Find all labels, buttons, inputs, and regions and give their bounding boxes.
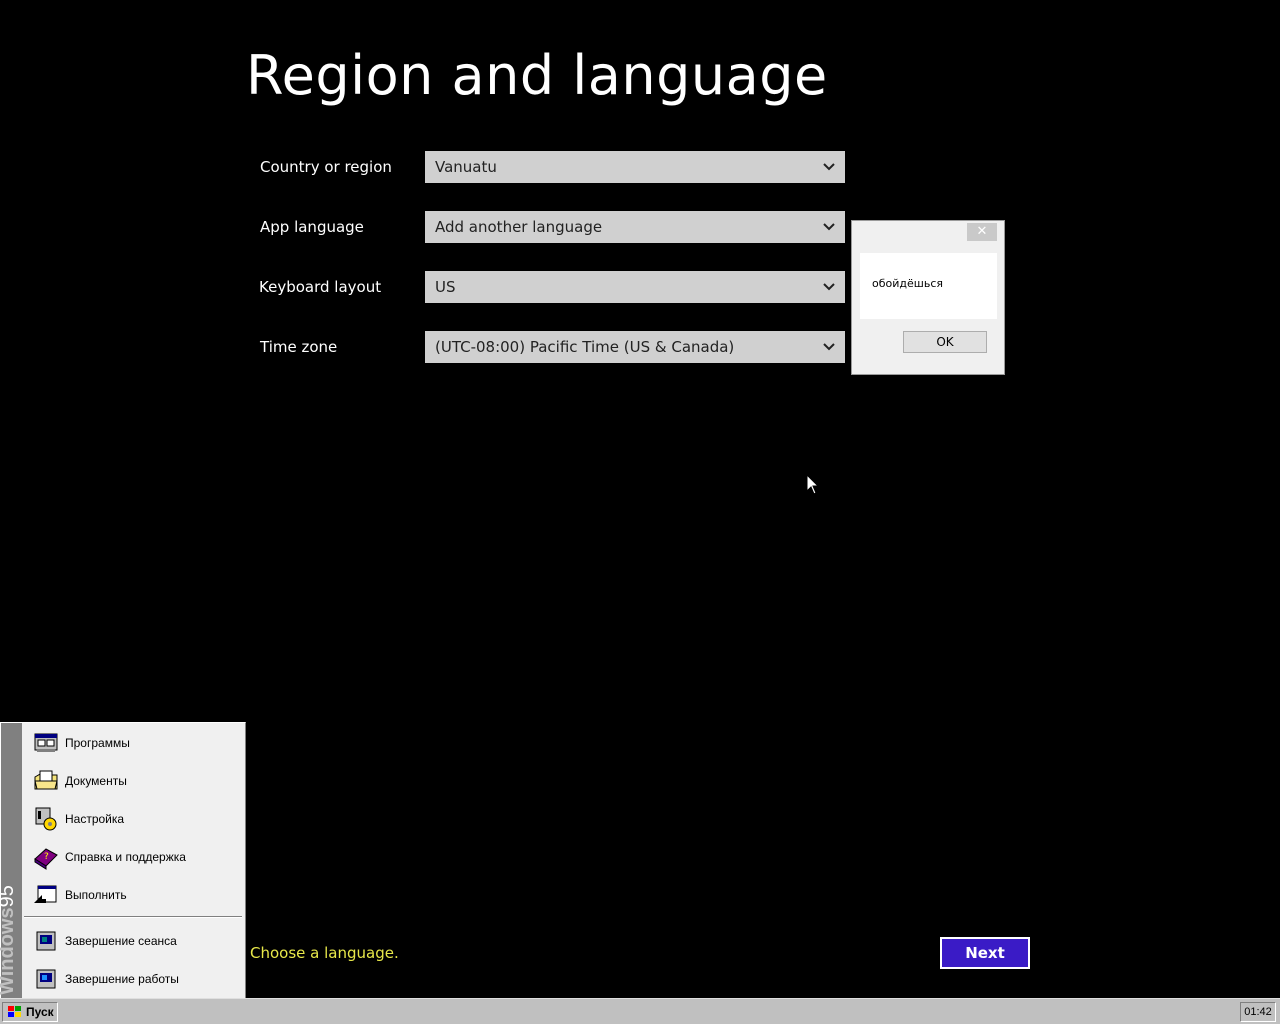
app-language-select[interactable]: Add another language [425, 211, 845, 243]
menu-item-label: Документы [65, 774, 127, 788]
menu-separator [24, 916, 242, 918]
programs-icon [34, 733, 58, 752]
taskbar-clock: 01:42 [1240, 1002, 1276, 1022]
svg-text:?: ? [44, 852, 49, 862]
start-button[interactable]: Пуск [2, 1002, 58, 1022]
run-icon [34, 885, 57, 903]
menu-item-label: Завершение работы [65, 972, 179, 986]
keyboard-layout-value: US [435, 278, 456, 296]
time-zone-value: (UTC-08:00) Pacific Time (US & Canada) [435, 338, 735, 356]
dialog-message-area: обойдёшься [860, 253, 997, 319]
windows-flag-icon [8, 1006, 21, 1017]
start-menu-banner: Windows95 [0, 723, 22, 999]
start-button-label: Пуск [26, 1005, 54, 1019]
menu-item-label: Программы [65, 736, 130, 750]
next-button[interactable]: Next [940, 937, 1030, 969]
menu-item-run[interactable]: Выполнить [22, 876, 245, 914]
keyboard-layout-label: Keyboard layout [259, 278, 382, 296]
menu-item-label: Настройка [65, 812, 125, 826]
keyboard-layout-select[interactable]: US [425, 271, 845, 303]
menu-item-help[interactable]: ? Справка и поддержка [22, 838, 245, 876]
menu-item-label: Выполнить [65, 888, 127, 902]
chevron-down-icon [813, 331, 845, 363]
menu-item-label: Справка и поддержка [65, 850, 186, 864]
app-language-value: Add another language [435, 218, 603, 236]
page-title: Region and language [246, 44, 828, 107]
taskbar: Пуск 01:42 [0, 998, 1280, 1024]
mouse-cursor-icon [806, 473, 820, 500]
country-select[interactable]: Vanuatu [425, 151, 845, 183]
country-value: Vanuatu [435, 158, 497, 176]
chevron-down-icon [813, 151, 845, 183]
settings-icon [35, 807, 57, 831]
menu-item-settings[interactable]: Настройка [22, 800, 245, 838]
dialog-message: обойдёшься [872, 277, 943, 290]
country-label: Country or region [260, 158, 392, 176]
menu-item-shutdown[interactable]: Завершение работы [22, 960, 245, 998]
shutdown-icon [36, 969, 56, 989]
hint-text: Choose a language. [250, 944, 399, 962]
time-zone-select[interactable]: (UTC-08:00) Pacific Time (US & Canada) [425, 331, 845, 363]
menu-item-label: Завершение сеанса [65, 934, 177, 948]
menu-item-logoff[interactable]: Завершение сеанса [22, 922, 245, 960]
menu-item-documents[interactable]: Документы [22, 762, 245, 800]
chevron-down-icon [813, 271, 845, 303]
message-dialog: ✕ обойдёшься OK [851, 220, 1005, 375]
app-language-label: App language [260, 218, 364, 236]
start-menu: Windows95 Программы Документы Настройка … [0, 722, 246, 999]
help-icon: ? [34, 848, 58, 870]
documents-icon [34, 770, 58, 790]
ok-button[interactable]: OK [903, 331, 987, 353]
chevron-down-icon [813, 211, 845, 243]
menu-item-programs[interactable]: Программы [22, 724, 245, 762]
logoff-icon [36, 931, 56, 951]
time-zone-label: Time zone [260, 338, 338, 356]
windows95-brand: Windows95 [0, 885, 18, 995]
close-button[interactable]: ✕ [967, 223, 997, 241]
